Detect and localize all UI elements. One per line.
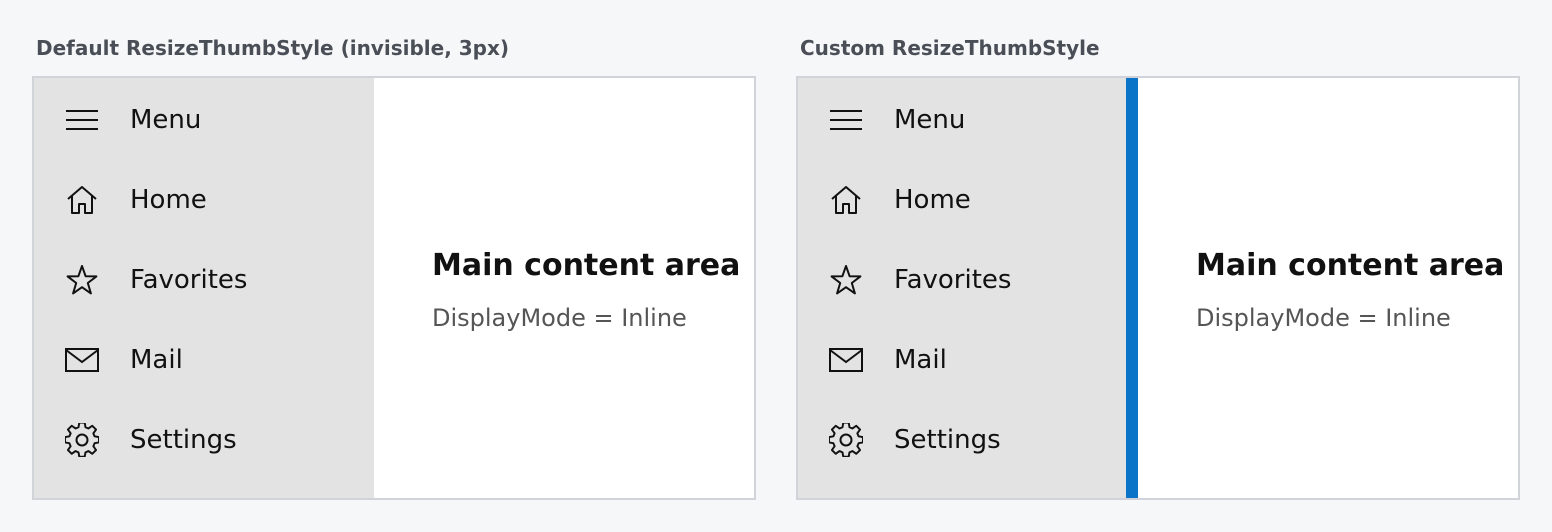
- nav-item-mail[interactable]: Mail: [798, 320, 1126, 400]
- nav-item-menu[interactable]: Menu: [798, 80, 1126, 160]
- resize-thumb[interactable]: [1126, 78, 1138, 498]
- nav-item-home[interactable]: Home: [34, 160, 374, 240]
- nav-item-label: Home: [894, 185, 971, 215]
- nav-item-favorites[interactable]: Favorites: [798, 240, 1126, 320]
- main-content-title: Main content area: [432, 248, 741, 283]
- display-mode-label: DisplayMode = Inline: [432, 304, 687, 332]
- panel-title: Default ResizeThumbStyle (invisible, 3px…: [36, 36, 510, 60]
- gear-icon: [828, 422, 864, 458]
- hamburger-icon: [64, 102, 100, 138]
- nav-item-label: Settings: [130, 425, 237, 455]
- nav-item-label: Settings: [894, 425, 1001, 455]
- star-icon: [828, 262, 864, 298]
- main-content-area: Main content area DisplayMode = Inline: [374, 78, 754, 498]
- gear-icon: [64, 422, 100, 458]
- nav-item-label: Menu: [130, 105, 202, 135]
- star-icon: [64, 262, 100, 298]
- nav-item-home[interactable]: Home: [798, 160, 1126, 240]
- nav-item-menu[interactable]: Menu: [34, 80, 374, 160]
- split-view-frame: Menu Home Favorites Mail Settings Main c…: [32, 76, 756, 500]
- nav-item-label: Favorites: [894, 265, 1012, 295]
- panel-title: Custom ResizeThumbStyle: [800, 36, 1100, 60]
- main-content-title: Main content area: [1196, 248, 1505, 283]
- nav-item-label: Favorites: [130, 265, 248, 295]
- nav-item-label: Mail: [130, 345, 183, 375]
- mail-icon: [64, 342, 100, 378]
- custom-thumb-panel: Custom ResizeThumbStyle Menu Home Favori…: [796, 0, 1520, 532]
- nav-item-label: Menu: [894, 105, 966, 135]
- mail-icon: [828, 342, 864, 378]
- nav-item-mail[interactable]: Mail: [34, 320, 374, 400]
- split-view-frame: Menu Home Favorites Mail Settings Main c…: [796, 76, 1520, 500]
- hamburger-icon: [828, 102, 864, 138]
- nav-item-settings[interactable]: Settings: [798, 400, 1126, 480]
- main-content-area: Main content area DisplayMode = Inline: [1138, 78, 1518, 498]
- nav-item-label: Mail: [894, 345, 947, 375]
- nav-item-label: Home: [130, 185, 207, 215]
- display-mode-label: DisplayMode = Inline: [1196, 304, 1451, 332]
- home-icon: [828, 182, 864, 218]
- default-thumb-panel: Default ResizeThumbStyle (invisible, 3px…: [32, 0, 756, 532]
- nav-item-favorites[interactable]: Favorites: [34, 240, 374, 320]
- navigation-pane: Menu Home Favorites Mail Settings: [34, 78, 374, 498]
- navigation-pane: Menu Home Favorites Mail Settings: [798, 78, 1126, 498]
- nav-item-settings[interactable]: Settings: [34, 400, 374, 480]
- home-icon: [64, 182, 100, 218]
